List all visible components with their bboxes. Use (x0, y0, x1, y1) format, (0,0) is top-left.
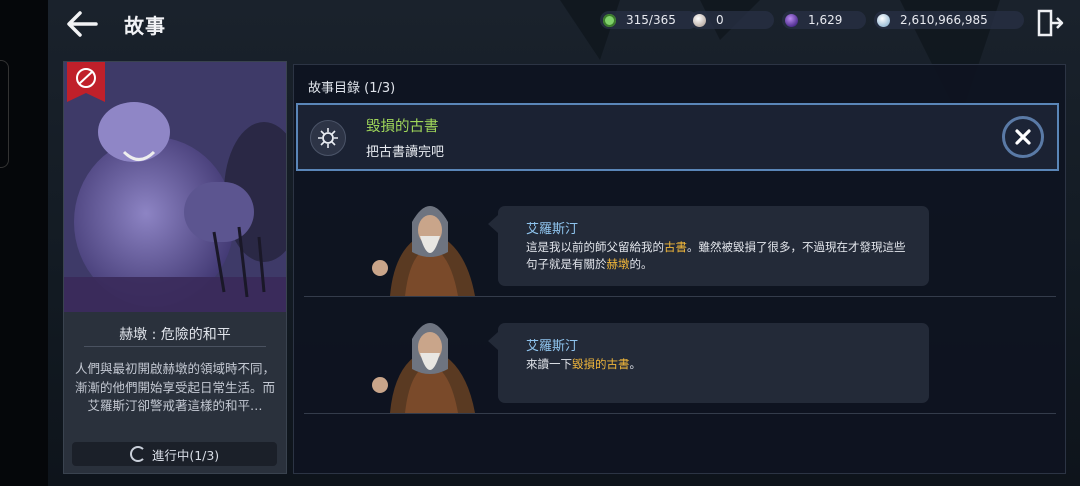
quest-item-selected[interactable]: 毀損的古書 把古書讀完吧 (296, 103, 1059, 171)
divider (84, 346, 266, 347)
highlight-term: 毀損的古書 (572, 357, 630, 371)
pearl-counter[interactable]: 0 (690, 11, 774, 29)
story-card-description: 人們與最初開啟赫墩的領域時不同，漸漸的他們開始享受起日常生活。而艾羅斯汀卻警戒著… (74, 361, 275, 413)
story-card-title: 赫墩 : 危險的和平 (119, 327, 231, 343)
close-button[interactable] (1002, 116, 1044, 158)
device-edge (0, 0, 48, 486)
story-card: 赫墩 : 危險的和平 人們與最初開啟赫墩的領域時不同，漸漸的他們開始享受起日常生… (63, 61, 287, 474)
story-flag-icon (67, 62, 105, 102)
story-list-header: 故事目錄 (1/3) (308, 81, 396, 96)
exit-button[interactable] (1036, 9, 1064, 37)
pearl-icon (693, 13, 706, 27)
stamina-counter[interactable]: 315/365 (600, 11, 698, 29)
speaker-name: 艾羅斯汀 (526, 339, 579, 354)
progress-label: 進行中(1/3) (151, 447, 220, 463)
dialog-entry: 艾羅斯汀 來讀一下毀損的古書。 (304, 303, 1056, 414)
exit-door-icon (1037, 9, 1064, 37)
highlight-term: 赫墩 (606, 257, 630, 271)
close-icon (1015, 129, 1031, 145)
story-panel: 故事目錄 (1/3) 毀損的古書 把古書讀完吧 艾羅斯汀 這是我以前的師父留給我… (293, 64, 1066, 474)
highlight-term: 古書 (664, 240, 687, 254)
speech-bubble: 艾羅斯汀 來讀一下毀損的古書。 (488, 323, 929, 403)
dark-orb-counter[interactable]: 1,629 (782, 11, 866, 29)
speech-bubble: 艾羅斯汀 這是我以前的師父留給我的古書。雖然被毀損了很多，不過現在才發現這些句子… (488, 206, 929, 286)
progress-button[interactable]: 進行中(1/3) (72, 442, 277, 466)
old-man-portrait (372, 323, 475, 413)
dialog-entry: 艾羅斯汀 這是我以前的師父留給我的古書。雖然被毀損了很多，不過現在才發現這些句子… (304, 186, 1056, 297)
stamina-icon (603, 13, 616, 27)
back-button[interactable] (62, 8, 102, 42)
back-arrow-icon (67, 11, 98, 37)
old-man-portrait (372, 206, 475, 296)
dialog-text: 來讀一下毀損的古書。 (526, 357, 641, 371)
silver-counter[interactable]: 2,610,966,985 (874, 11, 1024, 29)
page-title: 故事 (124, 14, 166, 38)
silver-coin-icon (877, 13, 890, 27)
quest-subtitle: 把古書讀完吧 (366, 145, 445, 160)
dark-orb-icon (785, 13, 798, 27)
quest-title: 毀損的古書 (366, 119, 439, 135)
loading-icon (129, 446, 146, 462)
dialog-text: 這是我以前的師父留給我的古書。雖然被毀損了很多，不過現在才發現這些句子就是有關於… (526, 240, 906, 271)
sun-emblem-icon (310, 120, 346, 156)
speaker-name: 艾羅斯汀 (526, 222, 579, 237)
